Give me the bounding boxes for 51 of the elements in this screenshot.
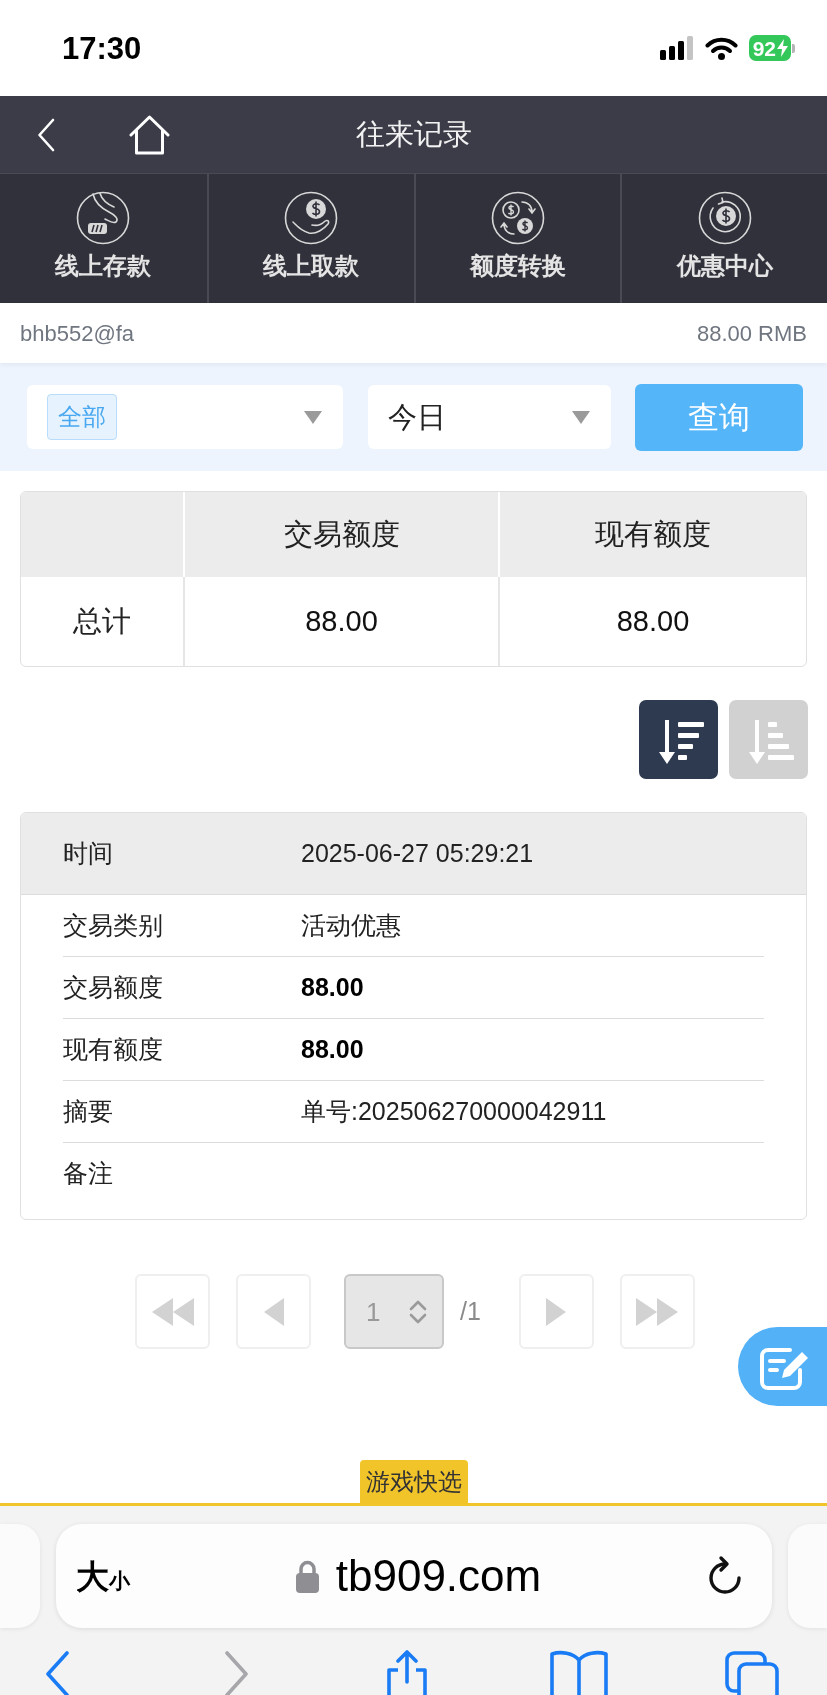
username: bhb552@fa — [20, 319, 135, 348]
battery-cap — [792, 43, 795, 53]
field-value: 活动优惠 — [301, 909, 401, 941]
quick-pick-tab[interactable]: 游戏快选 — [359, 1460, 468, 1503]
edit-button[interactable] — [738, 1327, 827, 1406]
column-header: 现有额度 — [498, 492, 806, 577]
page-total: /1 — [460, 1299, 481, 1324]
field-label: 备注 — [63, 1158, 113, 1187]
double-left-triangle-icon — [151, 1297, 194, 1326]
selected-tag: 全部 — [47, 394, 117, 440]
url-text: tb909.com — [335, 1554, 542, 1598]
status-time: 17:30 — [62, 32, 142, 64]
signal-icon — [659, 36, 694, 60]
field-value: 88.00 — [301, 1033, 364, 1065]
bookmarks-icon[interactable] — [549, 1650, 609, 1695]
field-value: 单号:202506270000042911 — [301, 1095, 607, 1127]
column-header: 交易额度 — [183, 492, 498, 577]
table-cell: 88.00 — [183, 577, 498, 666]
table-cell: 88.00 — [498, 577, 806, 666]
back-icon[interactable] — [37, 117, 55, 152]
lock-icon — [294, 1559, 320, 1593]
address-bar[interactable]: 大小 tb909.com — [56, 1524, 772, 1628]
nav-button[interactable]: 线上存款 — [0, 174, 207, 303]
hand-card-icon — [76, 191, 131, 245]
home-icon[interactable] — [129, 114, 170, 155]
text-size-button[interactable]: 大小 — [76, 1559, 130, 1593]
caret-down-icon — [304, 410, 322, 424]
field-label: 时间 — [63, 838, 113, 867]
wifi-icon — [704, 36, 738, 60]
page-title: 往来记录 — [355, 120, 472, 149]
coin-refresh-icon — [697, 191, 752, 245]
field-label: 交易类别 — [63, 910, 163, 939]
balance: 88.00 RMB — [696, 319, 807, 348]
field-label: 交易额度 — [63, 972, 163, 1001]
field-label: 摘要 — [63, 1096, 113, 1125]
right-triangle-icon — [546, 1297, 567, 1326]
coin-exchange-icon — [490, 191, 545, 245]
forward-icon[interactable] — [224, 1650, 250, 1695]
field-value: 2025-06-27 05:29:21 — [301, 837, 534, 869]
double-right-triangle-icon — [636, 1297, 679, 1326]
row-header: 总计 — [72, 603, 132, 639]
sort-button[interactable] — [639, 700, 718, 779]
caret-down-icon — [572, 410, 590, 424]
hand-coin-icon — [284, 191, 339, 245]
period-select[interactable]: 今日 — [368, 385, 611, 449]
battery-percentage: 92 — [752, 37, 776, 59]
field-value: 88.00 — [301, 971, 364, 1003]
field-label: 现有额度 — [63, 1034, 163, 1063]
left-triangle-icon — [263, 1297, 284, 1326]
tabs-icon[interactable] — [724, 1650, 780, 1695]
bolt-icon — [777, 39, 788, 57]
